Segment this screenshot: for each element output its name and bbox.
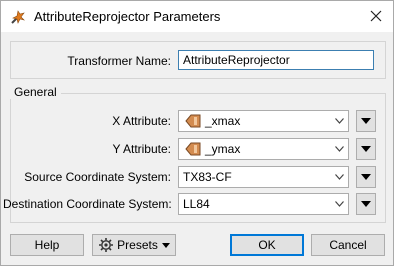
chevron-down-icon [330, 167, 348, 187]
source-coordsys-menu-button[interactable] [356, 166, 376, 188]
presets-button-label: Presets [117, 238, 158, 252]
source-coordsys-value: TX83-CF [183, 170, 232, 184]
chevron-down-icon [330, 139, 348, 159]
destination-coordsys-label: Destination Coordinate System: [3, 197, 172, 211]
close-icon [370, 10, 382, 22]
general-group-title: General [10, 85, 61, 99]
source-coordsys-label: Source Coordinate System: [24, 170, 171, 184]
chevron-down-icon [330, 111, 348, 131]
y-attribute-select[interactable]: _ymax [178, 138, 349, 160]
y-attribute-menu-button[interactable] [356, 138, 376, 160]
triangle-down-icon [361, 146, 371, 152]
x-attribute-label: X Attribute: [112, 114, 171, 128]
destination-coordsys-select[interactable]: LL84 [178, 193, 349, 215]
y-attribute-value: _ymax [205, 142, 241, 156]
destination-coordsys-value: LL84 [183, 197, 210, 211]
triangle-down-icon [361, 118, 371, 124]
window-title: AttributeReprojector Parameters [34, 9, 221, 24]
destination-coordsys-menu-button[interactable] [356, 193, 376, 215]
y-attribute-label: Y Attribute: [112, 142, 171, 156]
triangle-down-icon [361, 174, 371, 180]
attribute-icon [185, 142, 201, 156]
x-attribute-value: _xmax [205, 114, 241, 128]
ok-button[interactable]: OK [230, 234, 304, 256]
triangle-down-icon [361, 201, 371, 207]
chevron-down-icon [330, 194, 348, 214]
source-coordsys-select[interactable]: TX83-CF [178, 166, 349, 188]
attribute-icon [185, 114, 201, 128]
close-button[interactable] [365, 5, 387, 27]
cancel-button-label: Cancel [329, 238, 367, 252]
presets-button[interactable]: Presets [92, 234, 176, 256]
transformer-name-label: Transformer Name: [67, 54, 171, 68]
dialog-window: AttributeReprojector Parameters Transfor… [0, 0, 394, 266]
x-attribute-select[interactable]: _xmax [178, 110, 349, 132]
help-button[interactable]: Help [10, 234, 84, 256]
help-button-label: Help [34, 238, 60, 252]
x-attribute-menu-button[interactable] [356, 110, 376, 132]
title-bar: AttributeReprojector Parameters [1, 1, 393, 32]
gear-icon [99, 238, 114, 252]
cancel-button[interactable]: Cancel [311, 234, 385, 256]
fme-transformer-icon [11, 10, 25, 24]
triangle-down-icon [161, 242, 170, 248]
ok-button-label: OK [258, 238, 276, 252]
transformer-name-input[interactable] [178, 50, 374, 70]
